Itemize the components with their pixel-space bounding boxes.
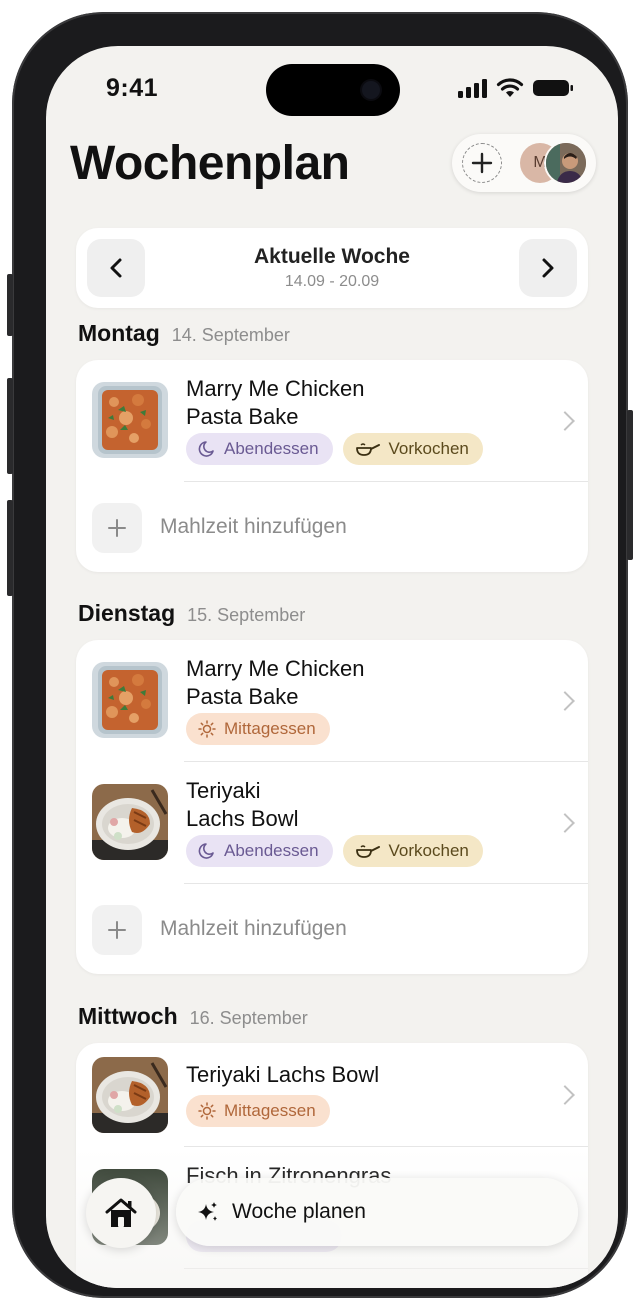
chevron-right-icon [555,411,575,431]
volume-down-button [7,500,13,596]
day-card-mittwoch: Teriyaki Lachs Bowl Mittagessen Fisch in… [76,1043,588,1288]
week-navigator: Aktuelle Woche 14.09 - 20.09 [76,228,588,308]
add-meal-label: Mahlzeit hinzufügen [160,515,347,538]
pan-icon [355,443,380,456]
plan-week-button[interactable]: Woche planen [176,1178,578,1246]
signal-icon [458,79,487,98]
volume-up-button [7,378,13,474]
sun-icon [198,720,216,738]
add-member-button[interactable] [462,143,502,183]
day-card-montag: Marry Me Chicken Pasta Bake Abendessen V… [76,360,588,572]
meal-row[interactable]: Teriyaki Lachs Bowl Abendessen Vorkochen [76,762,588,884]
day-name: Montag [78,320,160,346]
add-meal-row[interactable]: Mahlzeit hinzufügen [76,884,588,974]
page-title: Wochenplan [70,137,350,190]
next-week-button[interactable] [519,239,577,297]
tag-abendessen: Abendessen [186,433,333,465]
phone-frame: 9:41 Wochenplan M Aktuelle Woche 14.09 -… [12,12,628,1298]
meal-thumbnail [92,662,168,738]
chevron-right-icon [555,691,575,711]
moon-icon [198,441,214,457]
status-icons [458,78,574,98]
wifi-icon [496,78,524,97]
plus-icon [92,905,142,955]
meal-thumbnail [92,1057,168,1133]
action-button [7,274,13,336]
day-name: Mittwoch [78,1003,178,1029]
meal-thumbnail [92,382,168,458]
day-date: 16. September [189,1008,308,1028]
day-header-montag: Montag 14. September [78,320,290,347]
chevron-right-icon [555,1085,575,1105]
chevron-right-icon [542,258,554,278]
meal-name: Marry Me Chicken Pasta Bake [186,376,365,429]
sparkles-icon [198,1202,217,1221]
tag-mittagessen: Mittagessen [186,1095,330,1127]
day-header-mittwoch: Mittwoch 16. September [78,1003,308,1030]
avatar-photo[interactable] [544,141,588,185]
pan-icon [355,845,380,858]
home-icon [105,1198,137,1227]
meal-row[interactable]: Teriyaki Lachs Bowl Mittagessen [76,1043,588,1147]
tag-mittagessen: Mittagessen [186,713,330,745]
week-title: Aktuelle Woche [254,245,410,268]
meal-row[interactable]: Marry Me Chicken Pasta Bake Mittagessen [76,640,588,762]
day-date: 15. September [187,605,306,625]
home-button[interactable] [86,1178,156,1248]
moon-icon [198,843,214,859]
meal-tags: Abendessen Vorkochen [186,433,483,465]
meal-tags: Abendessen Vorkochen [186,835,483,867]
status-bar: 9:41 [46,46,618,130]
power-button [627,410,633,560]
day-name: Dienstag [78,600,176,626]
tag-vorkochen: Vorkochen [342,835,483,867]
dynamic-island [266,64,400,116]
app-screen: 9:41 Wochenplan M Aktuelle Woche 14.09 -… [46,46,618,1288]
day-date: 14. September [171,325,290,345]
meal-name: Marry Me Chicken Pasta Bake [186,656,365,709]
household-members[interactable]: M [452,134,596,192]
add-meal-row[interactable]: Mahlzeit hinzufügen [76,482,588,572]
plus-icon [92,503,142,553]
status-time: 9:41 [106,74,159,102]
week-range: 14.09 - 20.09 [284,273,380,290]
meal-thumbnail [92,784,168,860]
tag-abendessen: Abendessen [186,835,333,867]
tag-vorkochen: Vorkochen [342,433,483,465]
battery-icon [533,80,573,96]
chevron-right-icon [555,813,575,833]
meal-tags: Mittagessen [186,713,330,745]
meal-tags: Mittagessen [186,1095,330,1127]
meal-row[interactable]: Marry Me Chicken Pasta Bake Abendessen V… [76,360,588,482]
plus-icon [471,152,493,174]
day-header-dienstag: Dienstag 15. September [78,600,305,627]
day-card-dienstag: Marry Me Chicken Pasta Bake Mittagessen [76,640,588,974]
meal-name: Teriyaki Lachs Bowl [186,1062,380,1087]
plan-week-label: Woche planen [232,1200,366,1223]
add-meal-label: Mahlzeit hinzufügen [160,917,347,940]
sun-icon [198,1102,216,1120]
meal-name: Teriyaki Lachs Bowl [186,778,299,831]
